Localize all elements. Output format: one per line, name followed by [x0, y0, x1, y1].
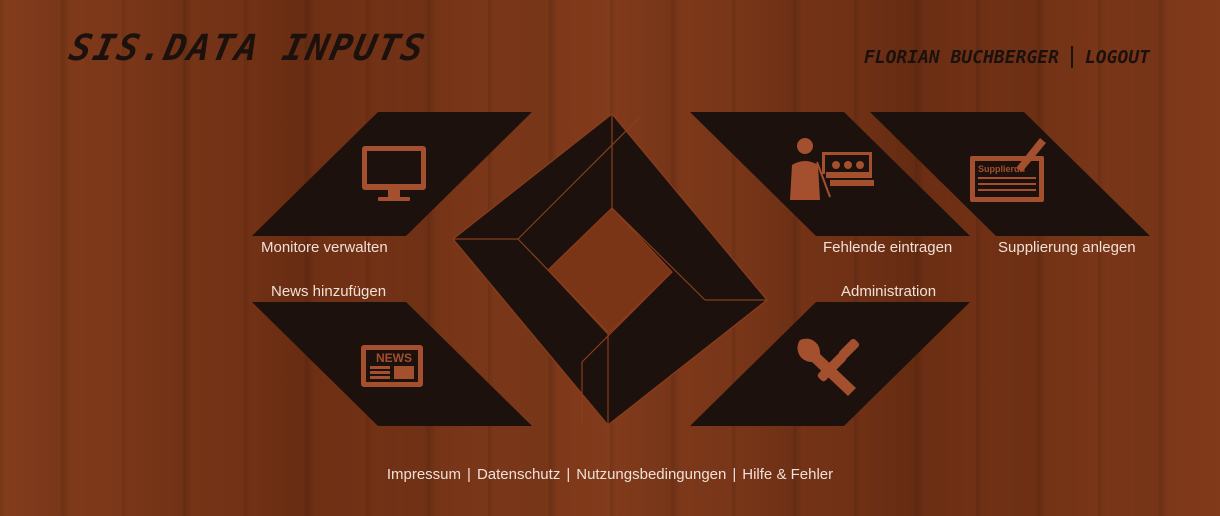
tiles-canvas: NEWS Supplierun: [252, 112, 1150, 426]
footer-separator: |: [566, 466, 571, 483]
footer-nutzungsbedingungen-link[interactable]: Nutzungsbedingungen: [576, 466, 726, 483]
tile-monitore-label[interactable]: Monitore verwalten: [261, 239, 388, 256]
footer-separator: |: [732, 466, 737, 483]
tile-administration-label[interactable]: Administration: [841, 283, 936, 300]
footer-hilfe-link[interactable]: Hilfe & Fehler: [742, 466, 833, 483]
tile-fehlende-label[interactable]: Fehlende eintragen: [823, 239, 952, 256]
svg-text:NEWS: NEWS: [376, 351, 412, 365]
footer-links: Impressum | Datenschutz | Nutzungsbedingunge…: [0, 466, 1220, 483]
tile-news[interactable]: NEWS: [252, 302, 532, 426]
tile-news-label[interactable]: News hinzufügen: [271, 283, 386, 300]
footer-impressum-link[interactable]: Impressum: [387, 466, 461, 483]
news-icon: NEWS: [361, 345, 423, 387]
tile-supplierung-label[interactable]: Supplierung anlegen: [998, 239, 1136, 256]
footer-datenschutz-link[interactable]: Datenschutz: [477, 466, 560, 483]
footer-separator: |: [467, 466, 471, 483]
center-logo: [452, 113, 768, 426]
